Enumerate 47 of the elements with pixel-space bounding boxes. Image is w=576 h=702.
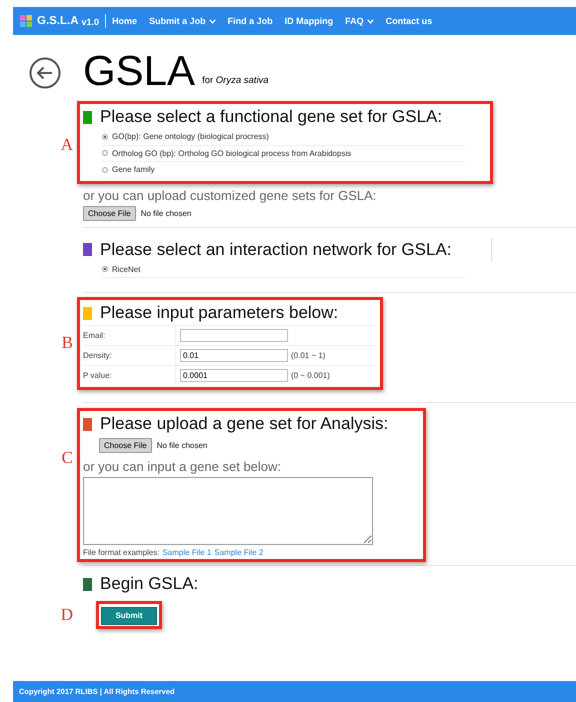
field-label: Email: (83, 326, 176, 345)
submit-button[interactable]: Submit (101, 606, 157, 624)
page-title: GSLA (83, 49, 196, 93)
option-label: RiceNet (112, 264, 140, 274)
choose-file-button[interactable]: Choose File (83, 206, 136, 220)
field-label: P value: (83, 366, 176, 385)
choose-file-button[interactable]: Choose File (99, 438, 152, 453)
nav-link[interactable]: Find a Job (228, 16, 273, 26)
radio-button[interactable] (102, 166, 108, 173)
input-field[interactable]: 0.01 (180, 349, 288, 362)
option-label: Gene family (112, 165, 155, 174)
annotation-label: B (62, 333, 73, 353)
radio-button[interactable] (102, 134, 108, 140)
section-heading: Please upload a gene set for Analysis: (100, 414, 388, 434)
section-heading: Please select a functional gene set for GSLA: (100, 107, 442, 127)
nav-link[interactable]: Home (112, 16, 138, 26)
input-field[interactable] (180, 329, 288, 342)
sample-file-link[interactable]: Sample File 1 (162, 548, 212, 557)
nav-link[interactable]: Submit a Job (149, 16, 216, 26)
examples-label: File format examples: (83, 548, 160, 557)
section-heading: Begin GSLA: (100, 574, 198, 594)
radio-button[interactable] (102, 150, 108, 156)
nav-link[interactable]: ID Mapping (284, 16, 334, 26)
option-label: Ortholog GO (bp): Ortholog GO biological process from Arabidopsis (112, 148, 352, 158)
logo-icon (20, 15, 32, 27)
option-label: GO(bp): Gene ontology (biological procress) (112, 132, 269, 142)
nav-link[interactable]: Contact us (386, 16, 432, 26)
page-subtitle: for Oryza sativa (202, 75, 269, 86)
upload-prompt: or you can upload customized gene sets for GSLA: (83, 188, 378, 202)
range-hint: (0 ~ 0.001) (291, 371, 330, 380)
section-heading: Please select an interaction network for GSLA: (100, 240, 452, 260)
range-hint: (0.01 ~ 1) (291, 351, 326, 360)
field-label: Density: (83, 346, 176, 365)
annotation-label: A (60, 135, 73, 155)
annotation-label: D (60, 605, 73, 625)
section-heading: Please input parameters below: (100, 303, 338, 323)
gene-set-textarea[interactable] (83, 477, 373, 545)
annotation-label: C (62, 448, 73, 468)
sample-file-link[interactable]: Sample File 2 (214, 548, 264, 557)
input-prompt: or you can input a gene set below: (83, 459, 282, 474)
brand-name[interactable]: G.S.L.A (37, 15, 79, 27)
radio-button[interactable] (102, 266, 108, 272)
version-label: v1.0 (82, 17, 100, 27)
file-status: No file chosen (140, 208, 192, 218)
nav-link[interactable]: FAQ (345, 16, 374, 26)
input-field[interactable]: 0.0001 (180, 369, 288, 382)
file-status: No file chosen (156, 441, 208, 450)
